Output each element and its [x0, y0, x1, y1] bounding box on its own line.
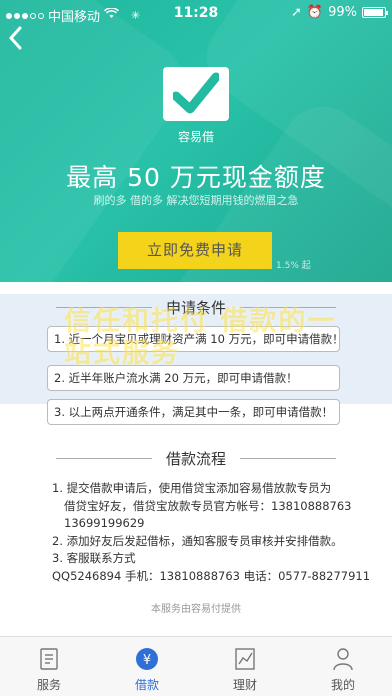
tab-service[interactable]: 服务 [0, 637, 98, 696]
process-line: QQ5246894 手机：13810888763 电话：0577-8827791… [52, 568, 371, 583]
battery-icon [362, 7, 388, 18]
process-line: 2. 添加好友后发起借标，通知客服专员审核并安排借款。 [52, 533, 343, 548]
tab-label: 我的 [330, 678, 355, 692]
tab-finance[interactable]: 理财 [196, 637, 294, 696]
process-line: 借贷宝好友，借贷宝放款专员官方帐号：13810888763 [64, 498, 352, 513]
tab-loan[interactable]: ¥ 借款 [98, 637, 196, 696]
provider-note: 本服务由容易付提供 [151, 604, 241, 615]
chart-icon [233, 646, 257, 672]
location-icon: ➚ [291, 5, 302, 20]
hero-banner: 中国移动 ✳ 11:28 ➚ ⏰ 99% 容易借 最高 50 万元现金额度 刷的… [0, 0, 392, 282]
tab-label: 理财 [232, 678, 257, 692]
process-line: 13699199629 [64, 516, 145, 530]
alarm-icon: ⏰ [306, 5, 324, 20]
process-line: 1. 提交借款申请后，使用借贷宝添加容易借放款专员为 [52, 481, 332, 495]
tab-bar: 服务 ¥ 借款 理财 我的 [0, 636, 392, 696]
tab-profile[interactable]: 我的 [294, 637, 392, 696]
subline: 刷的多 借的多 解决您短期用钱的燃眉之急 [93, 194, 299, 207]
tab-label: 服务 [36, 678, 61, 692]
apply-button[interactable]: 立即免费申请 [118, 232, 272, 269]
process-header: 借款流程 [0, 448, 392, 469]
checkmark-icon [173, 72, 219, 114]
svg-text:¥: ¥ [143, 653, 151, 668]
tab-label: 借款 [134, 678, 159, 692]
battery-percent: 99% [328, 5, 357, 20]
process-line: 3. 客服联系方式 [52, 551, 136, 565]
status-bar: 中国移动 ✳ 11:28 ➚ ⏰ 99% [0, 0, 392, 28]
person-icon [331, 646, 355, 672]
rate-note: 1.5% 起 [276, 261, 311, 271]
document-icon [37, 646, 61, 672]
yen-icon: ¥ [135, 646, 159, 672]
watermark-overlay: 信任和托付 借款的一站式服务 [64, 306, 337, 369]
process-title: 借款流程 [165, 450, 226, 468]
brand-logo [163, 67, 229, 121]
brand-name: 容易借 [177, 130, 214, 144]
process-steps: 1. 提交借款申请后，使用借贷宝添加容易借放款专员为 借贷宝好友，借贷宝放款专员… [52, 480, 372, 585]
condition-item: 3. 以上两点开通条件，满足其中一条，即可申请借款！ [47, 399, 340, 425]
headline: 最高 50 万元现金额度 [66, 163, 326, 192]
back-button[interactable] [8, 26, 32, 54]
